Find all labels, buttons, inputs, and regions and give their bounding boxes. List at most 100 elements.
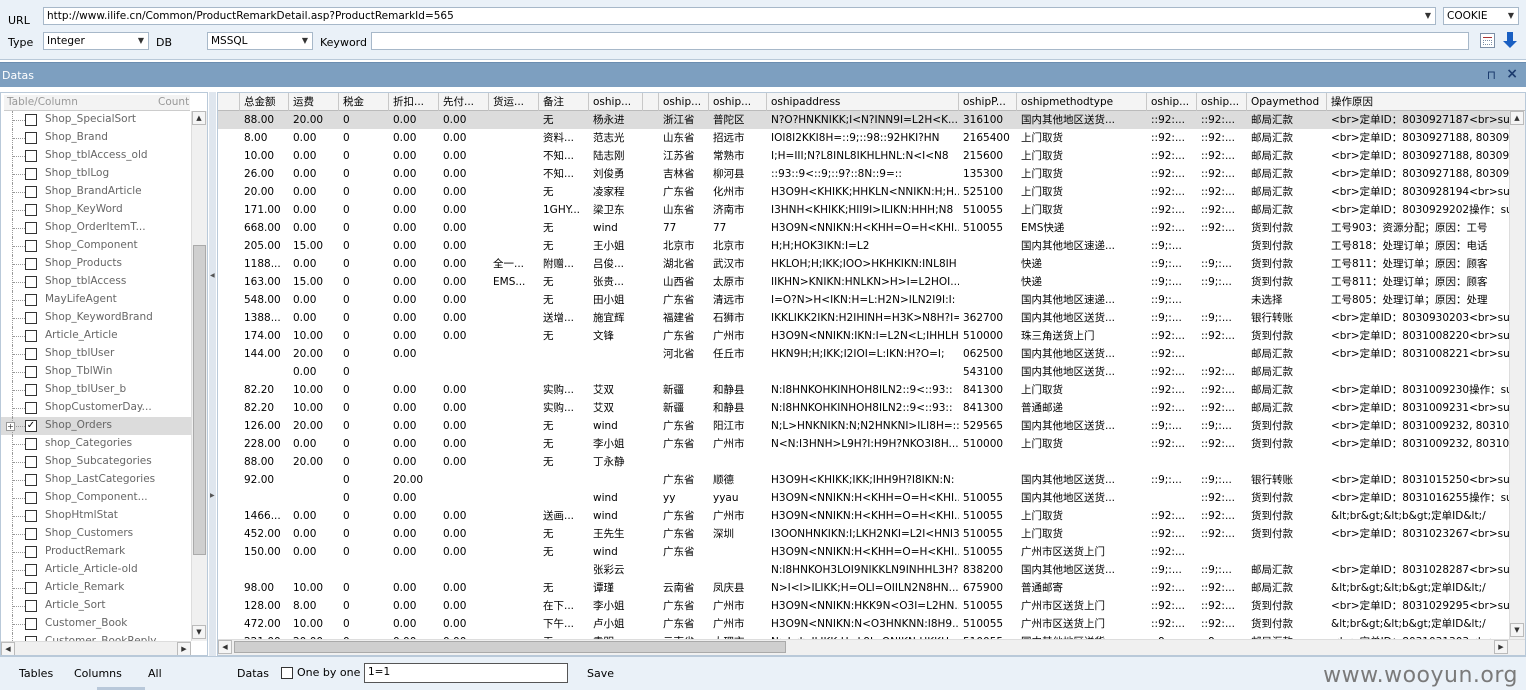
table-cell[interactable]: H3O9H<KHIKK;HHKLN<NNIKN:H;H...	[767, 183, 959, 201]
table-cell[interactable]: 上门取货	[1017, 525, 1147, 543]
tree-item[interactable]: MayLifeAgent	[1, 291, 191, 309]
table-cell[interactable]: 货到付款	[1247, 255, 1327, 273]
table-cell[interactable]	[709, 363, 767, 381]
table-cell[interactable]: 0.00	[389, 129, 439, 147]
table-cell[interactable]: 无	[539, 579, 589, 597]
table-checkbox[interactable]	[25, 618, 37, 630]
table-cell[interactable]: <br>定单ID：8031008221<br>sup	[1327, 345, 1525, 363]
table-cell[interactable]: 李小姐	[589, 435, 643, 453]
table-cell[interactable]: ::9;:...	[1197, 273, 1247, 291]
column-header[interactable]: Opaymethod	[1247, 93, 1327, 111]
table-cell[interactable]: 0.00	[439, 399, 489, 417]
table-cell[interactable]: 20.00	[289, 453, 339, 471]
tree-item[interactable]: Shop_LastCategories	[1, 471, 191, 489]
table-cell[interactable]: 无	[539, 327, 589, 345]
table-cell[interactable]: 841300	[959, 381, 1017, 399]
keyword-input[interactable]	[371, 32, 1469, 50]
table-cell[interactable]: I3HNH<KHIKK;HII9I>ILIKN:HHH;N8	[767, 201, 959, 219]
table-cell[interactable]: ::92:...	[1147, 165, 1197, 183]
table-cell[interactable]: 王小姐	[589, 237, 643, 255]
table-cell[interactable]: 吕俊...	[589, 255, 643, 273]
table-cell[interactable]	[539, 345, 589, 363]
table-cell[interactable]: <br>定单ID：8031015250<br>sup	[1327, 471, 1525, 489]
table-cell[interactable]: IIKHN>KNIKN:HNLKN>H>I=L2HOI...	[767, 273, 959, 291]
column-header[interactable]	[643, 93, 659, 111]
table-cell[interactable]: 货到付款	[1247, 525, 1327, 543]
table-row[interactable]: 8.00 0.00 0 0.00 0.00 资料... 范志光 山东省 招远市 IOI8I2KKI…	[218, 129, 1525, 147]
table-cell[interactable]	[1147, 453, 1197, 471]
table-cell[interactable]: 江苏省	[659, 147, 709, 165]
table-cell[interactable]: 北京市	[659, 237, 709, 255]
table-cell[interactable]: &lt;br&gt;&lt;b&gt;定单ID&lt;/	[1327, 507, 1525, 525]
table-cell[interactable]: 062500	[959, 345, 1017, 363]
table-cell[interactable]: <br>定单ID：8030930203<br>sup	[1327, 309, 1525, 327]
table-cell[interactable]: 顺德	[709, 471, 767, 489]
table-cell[interactable]: 0	[339, 543, 389, 561]
table-cell[interactable]: 国内其他地区送货...	[1017, 417, 1147, 435]
table-cell[interactable]: 0	[339, 507, 389, 525]
table-cell[interactable]: 吉林省	[659, 165, 709, 183]
tab-all[interactable]: All	[148, 667, 162, 680]
table-cell[interactable]: 10.00	[289, 399, 339, 417]
table-cell[interactable]	[659, 363, 709, 381]
tree-item[interactable]: Article_Article	[1, 327, 191, 345]
table-cell[interactable]	[767, 453, 959, 471]
scroll-right-icon[interactable]: ▶	[1494, 640, 1508, 654]
table-cell[interactable]	[643, 111, 659, 129]
table-cell[interactable]: 无	[539, 237, 589, 255]
table-cell[interactable]: 1466...	[240, 507, 289, 525]
tree-item[interactable]: Article_Remark	[1, 579, 191, 597]
column-header[interactable]: oship...	[589, 93, 643, 111]
table-cell[interactable]: 无	[539, 453, 589, 471]
table-cell[interactable]	[1327, 363, 1525, 381]
table-cell[interactable]: 15.00	[289, 237, 339, 255]
table-cell[interactable]	[643, 183, 659, 201]
table-cell[interactable]: 529565	[959, 417, 1017, 435]
table-row[interactable]: 144.00 20.00 0 0.00 河北省 任丘市 HKN9H;H;IKK;I2IOI=…	[218, 345, 1525, 363]
table-cell[interactable]: 任丘市	[709, 345, 767, 363]
tab-columns[interactable]: Columns	[74, 667, 122, 680]
table-cell[interactable]: 88.00	[240, 111, 289, 129]
chevron-down-icon[interactable]: ▼	[298, 33, 312, 49]
table-row[interactable]: 1188... 0.00 0 0.00 0.00 全一... 附赠... 吕俊... 湖北省 武汉…	[218, 255, 1525, 273]
table-checkbox[interactable]	[25, 438, 37, 450]
table-cell[interactable]	[643, 453, 659, 471]
table-row[interactable]: 0.00 0 543100 国内其他地区送货...::92:...::92:... 邮局…	[218, 363, 1525, 381]
cookie-select[interactable]: COOKIE ▼	[1443, 7, 1519, 25]
table-cell[interactable]: 邮局汇款	[1247, 111, 1327, 129]
table-cell[interactable]: 0	[339, 399, 389, 417]
type-select[interactable]: Integer ▼	[43, 32, 149, 50]
table-cell[interactable]	[643, 471, 659, 489]
table-cell[interactable]: 0	[339, 309, 389, 327]
table-cell[interactable]: 全一...	[489, 255, 539, 273]
table-cell[interactable]: HKLOH;H;IKK;IOO>HKHKIKN:INL8IH	[767, 255, 959, 273]
table-cell[interactable]	[643, 489, 659, 507]
table-checkbox[interactable]	[25, 294, 37, 306]
table-cell[interactable]: 无	[539, 417, 589, 435]
table-cell[interactable]: <br>定单ID：8031009232, 803100	[1327, 417, 1525, 435]
table-cell[interactable]: 20.00	[289, 345, 339, 363]
table-cell[interactable]	[489, 597, 539, 615]
table-cell[interactable]: 货到付款	[1247, 219, 1327, 237]
table-checkbox[interactable]	[25, 312, 37, 324]
table-cell[interactable]: 珠三角送货上门	[1017, 327, 1147, 345]
table-cell[interactable]: 张贵...	[589, 273, 643, 291]
table-cell[interactable]	[643, 543, 659, 561]
table-cell[interactable]: 472.00	[240, 615, 289, 633]
table-cell[interactable]	[489, 291, 539, 309]
tree-item[interactable]: Shop_tblAccess	[1, 273, 191, 291]
tree-item[interactable]: ProductRemark	[1, 543, 191, 561]
table-cell[interactable]: <br>定单ID：8030927187<br>sup	[1327, 111, 1525, 129]
table-cell[interactable]: 国内其他地区送货...	[1017, 471, 1147, 489]
table-cell[interactable]: ::92:...	[1147, 111, 1197, 129]
table-cell[interactable]: ::9;:...	[1147, 309, 1197, 327]
db-select[interactable]: MSSQL ▼	[207, 32, 313, 50]
table-cell[interactable]: 0.00	[389, 399, 439, 417]
column-header[interactable]: oshipaddress	[767, 93, 959, 111]
table-cell[interactable]: 10.00	[240, 147, 289, 165]
table-cell[interactable]: 8.00	[240, 129, 289, 147]
table-cell[interactable]: 和静县	[709, 399, 767, 417]
table-cell[interactable]: 国内其他地区速递...	[1017, 291, 1147, 309]
table-cell[interactable]: 工号811：处理订单；原因：顾客	[1327, 255, 1525, 273]
table-cell[interactable]: 文锋	[589, 327, 643, 345]
